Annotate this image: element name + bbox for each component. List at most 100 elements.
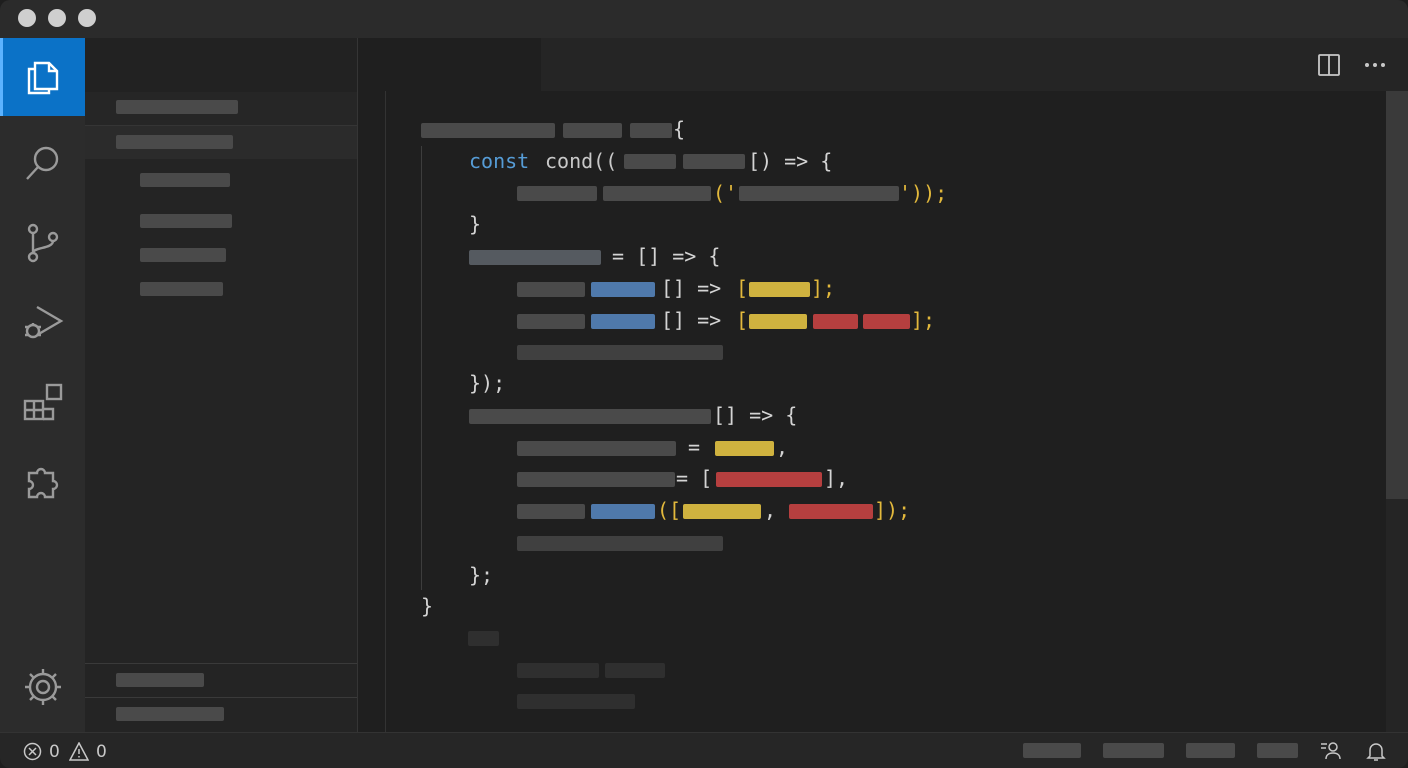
code-placeholder — [517, 536, 723, 551]
code-token: [] => — [661, 276, 722, 300]
editor-window: { const cond(( [) => { (' ')); } = [] =>… — [0, 0, 1408, 768]
title-bar — [0, 0, 1408, 38]
scrollbar-thumb[interactable] — [1386, 91, 1408, 499]
value-placeholder — [683, 504, 761, 519]
bell-icon[interactable] — [1366, 741, 1386, 761]
code-placeholder — [630, 123, 672, 138]
bracket: ]); — [874, 498, 911, 522]
code-placeholder — [605, 663, 665, 678]
code-token: }; — [469, 563, 494, 587]
open-brace: { — [673, 117, 686, 141]
code-token: [) => { — [748, 149, 832, 173]
code-placeholder — [469, 250, 601, 265]
code-placeholder — [517, 282, 585, 297]
tree-item[interactable] — [85, 273, 357, 306]
close-brace: } — [421, 594, 434, 618]
settings-button[interactable] — [0, 648, 85, 726]
tree-item-label-placeholder — [116, 135, 233, 149]
identifier-placeholder — [591, 314, 655, 329]
tree-item-label-placeholder — [140, 214, 232, 228]
status-item-placeholder[interactable] — [1103, 743, 1164, 758]
code-placeholder — [624, 154, 676, 169]
string-close: ')); — [899, 181, 948, 205]
section-label-placeholder — [116, 673, 204, 687]
close-window-button[interactable] — [18, 9, 36, 27]
maximize-window-button[interactable] — [78, 9, 96, 27]
value-placeholder — [789, 504, 873, 519]
run-debug-icon — [24, 305, 63, 339]
bracket: ([ — [657, 498, 682, 522]
warning-count[interactable]: 0 — [96, 742, 107, 762]
status-bar: 0 0 — [0, 732, 1408, 768]
split-editor-icon[interactable] — [1318, 54, 1340, 76]
code-token: [] => — [661, 308, 722, 332]
outline-section-header[interactable] — [85, 663, 357, 697]
code-token: , — [764, 498, 777, 522]
tree-item-label-placeholder — [140, 248, 226, 262]
code-placeholder — [517, 694, 635, 709]
code-placeholder — [683, 154, 745, 169]
code-placeholder — [563, 123, 622, 138]
timeline-section-header[interactable] — [85, 697, 357, 731]
puzzle-button[interactable] — [0, 442, 85, 520]
error-icon[interactable] — [23, 742, 42, 761]
string-open: (' — [713, 181, 738, 205]
tree-item-label-placeholder — [140, 173, 230, 187]
run-debug-button[interactable] — [0, 284, 85, 362]
bracket: ]; — [911, 308, 936, 332]
identifier-placeholder — [591, 504, 655, 519]
code-placeholder — [517, 345, 723, 360]
code-token: }); — [469, 371, 506, 395]
tree-item[interactable] — [85, 164, 357, 197]
keyword-const: const — [469, 149, 530, 173]
value-placeholder — [813, 314, 858, 329]
code-placeholder — [421, 123, 555, 138]
git-branch-icon — [27, 223, 58, 263]
gear-icon — [24, 669, 61, 705]
puzzle-icon — [27, 467, 58, 499]
search-icon — [25, 146, 58, 180]
value-placeholder — [715, 441, 774, 456]
editor-tab[interactable] — [358, 38, 541, 91]
explorer-button[interactable] — [0, 38, 85, 116]
code-placeholder — [517, 472, 675, 487]
feedback-icon[interactable] — [1320, 741, 1342, 761]
code-token: [) => { — [748, 149, 833, 173]
bracket: [ — [736, 308, 749, 332]
bracket: ]; — [811, 276, 836, 300]
code-placeholder — [468, 631, 499, 646]
code-placeholder — [517, 186, 597, 201]
string-placeholder — [739, 186, 899, 201]
status-item-placeholder[interactable] — [1023, 743, 1081, 758]
indent-guide — [421, 146, 422, 590]
section-label-placeholder — [116, 100, 238, 114]
code-placeholder — [517, 441, 676, 456]
extensions-button[interactable] — [0, 364, 85, 442]
tree-item[interactable] — [85, 205, 357, 238]
extensions-icon — [23, 383, 62, 421]
search-button[interactable] — [0, 124, 85, 202]
source-control-button[interactable] — [0, 204, 85, 282]
bracket: [ — [736, 276, 749, 300]
code-token: = — [688, 435, 701, 459]
section-label-placeholder — [116, 707, 224, 721]
code-placeholder — [603, 186, 711, 201]
sidebar-section-header[interactable] — [85, 92, 357, 126]
explorer-sidebar — [85, 38, 358, 732]
status-item-placeholder[interactable] — [1186, 743, 1235, 758]
files-icon — [27, 61, 58, 95]
minimize-window-button[interactable] — [48, 9, 66, 27]
status-item-placeholder[interactable] — [1257, 743, 1298, 758]
code-placeholder — [517, 314, 585, 329]
code-placeholder — [517, 663, 599, 678]
tree-item-selected[interactable] — [85, 126, 357, 159]
tree-item[interactable] — [85, 239, 357, 272]
more-actions-icon[interactable] — [1364, 62, 1386, 68]
error-count[interactable]: 0 — [49, 742, 60, 762]
value-placeholder — [863, 314, 910, 329]
warning-icon[interactable] — [69, 742, 89, 761]
identifier-placeholder — [591, 282, 655, 297]
editor-tab-strip — [358, 38, 1408, 91]
code-token: = [] => { — [612, 244, 721, 268]
value-placeholder — [749, 314, 807, 329]
